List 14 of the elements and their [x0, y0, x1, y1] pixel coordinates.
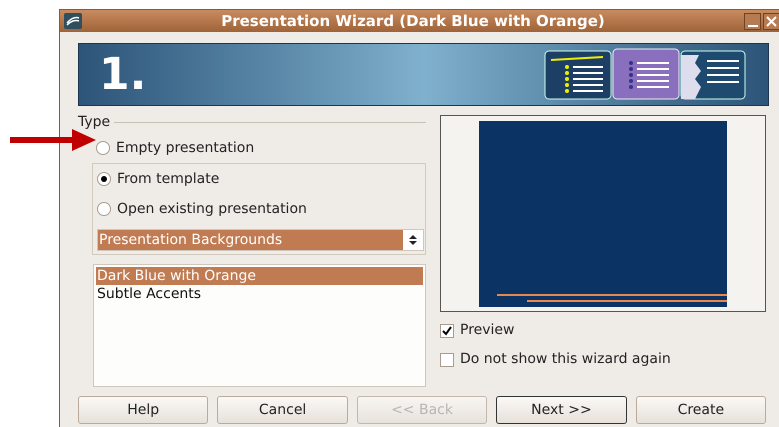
radio-label: Empty presentation	[116, 138, 254, 158]
checkbox-label: Preview	[460, 321, 514, 340]
dialog-button[interactable]: Help	[78, 396, 208, 424]
dialog-button[interactable]: Create	[636, 396, 766, 424]
dropdown-value: Presentation Backgrounds	[98, 230, 403, 250]
radio-label: From template	[117, 170, 220, 188]
window-title: Presentation Wizard (Dark Blue with Orange)	[220, 10, 606, 32]
dialog-button[interactable]: Cancel	[217, 396, 348, 424]
checkbox-label: Do not show this wizard again	[460, 350, 671, 369]
dialog-button[interactable]: Next >>	[496, 396, 627, 424]
step-number: 1.	[99, 52, 146, 96]
list-item[interactable]: Subtle Accents	[96, 285, 423, 303]
radio-label: Open existing presentation	[117, 200, 307, 218]
group-label: Type	[78, 113, 110, 132]
